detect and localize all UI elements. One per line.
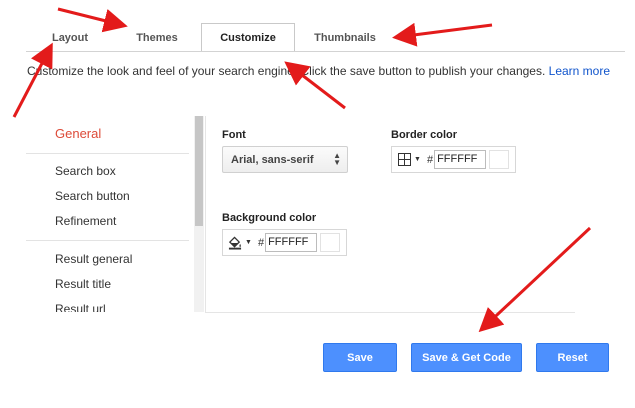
border-color-picker: ▼ # FFFFFF [391, 146, 516, 173]
tab-customize[interactable]: Customize [201, 23, 295, 52]
panel-divider [205, 116, 206, 312]
hash-symbol: # [257, 236, 265, 249]
sidebar-item-result-title[interactable]: Result title [55, 277, 111, 291]
tab-layout-label: Layout [51, 31, 89, 44]
border-color-input[interactable]: FFFFFF [434, 150, 487, 169]
select-arrows-icon: ▲ ▼ [333, 151, 341, 167]
sidebar-item-search-box[interactable]: Search box [55, 164, 116, 178]
tab-themes[interactable]: Themes [124, 23, 190, 52]
panel-bottom-divider [205, 312, 575, 313]
background-color-picker: ▼ # FFFFFF [222, 229, 347, 256]
tab-bar-divider [26, 51, 625, 52]
tab-bar: Layout Themes Customize Thumbnails [0, 0, 635, 52]
arrow-to-layout [12, 42, 53, 118]
caret-down-icon[interactable]: ▼ [245, 239, 252, 246]
font-label: Font [222, 129, 246, 141]
tab-customize-label: Customize [220, 31, 276, 44]
border-color-label: Border color [391, 129, 458, 141]
font-select[interactable]: Arial, sans-serif ▲ ▼ [222, 146, 348, 173]
save-get-code-button[interactable]: Save & Get Code [411, 343, 522, 372]
sidebar-item-result-url[interactable]: Result url [55, 302, 106, 312]
grid-border-icon[interactable] [397, 153, 411, 167]
font-select-value: Arial, sans-serif [231, 153, 314, 166]
sidebar-item-refinement[interactable]: Refinement [55, 214, 116, 228]
caret-down-icon[interactable]: ▼ [414, 156, 421, 163]
tab-thumbnails[interactable]: Thumbnails [303, 23, 387, 52]
customize-sidebar: General Search box Search button Refinem… [26, 116, 204, 312]
background-color-input[interactable]: FFFFFF [265, 233, 318, 252]
arrow-to-save-get-code [478, 226, 592, 333]
sidebar-item-result-general[interactable]: Result general [55, 252, 132, 266]
tab-layout[interactable]: Layout [38, 23, 102, 52]
reset-button[interactable]: Reset [536, 343, 609, 372]
learn-more-link[interactable]: Learn more [549, 64, 610, 78]
save-button[interactable]: Save [323, 343, 397, 372]
sidebar-divider [26, 153, 189, 154]
sidebar-scroll-thumb[interactable] [195, 116, 203, 226]
sidebar-item-general[interactable]: General [55, 126, 101, 141]
sidebar-divider [26, 240, 189, 241]
background-color-swatch[interactable] [320, 233, 341, 252]
sidebar-scrollbar[interactable] [194, 116, 204, 312]
background-color-label: Background color [222, 212, 317, 224]
tab-themes-label: Themes [136, 31, 178, 44]
border-color-swatch[interactable] [489, 150, 510, 169]
paint-bucket-icon[interactable] [228, 235, 242, 250]
hash-symbol: # [426, 153, 434, 166]
description-text: Customize the look and feel of your sear… [27, 64, 549, 78]
page-description: Customize the look and feel of your sear… [27, 63, 632, 79]
tab-thumbnails-label: Thumbnails [314, 31, 376, 44]
sidebar-item-search-button[interactable]: Search button [55, 189, 130, 203]
